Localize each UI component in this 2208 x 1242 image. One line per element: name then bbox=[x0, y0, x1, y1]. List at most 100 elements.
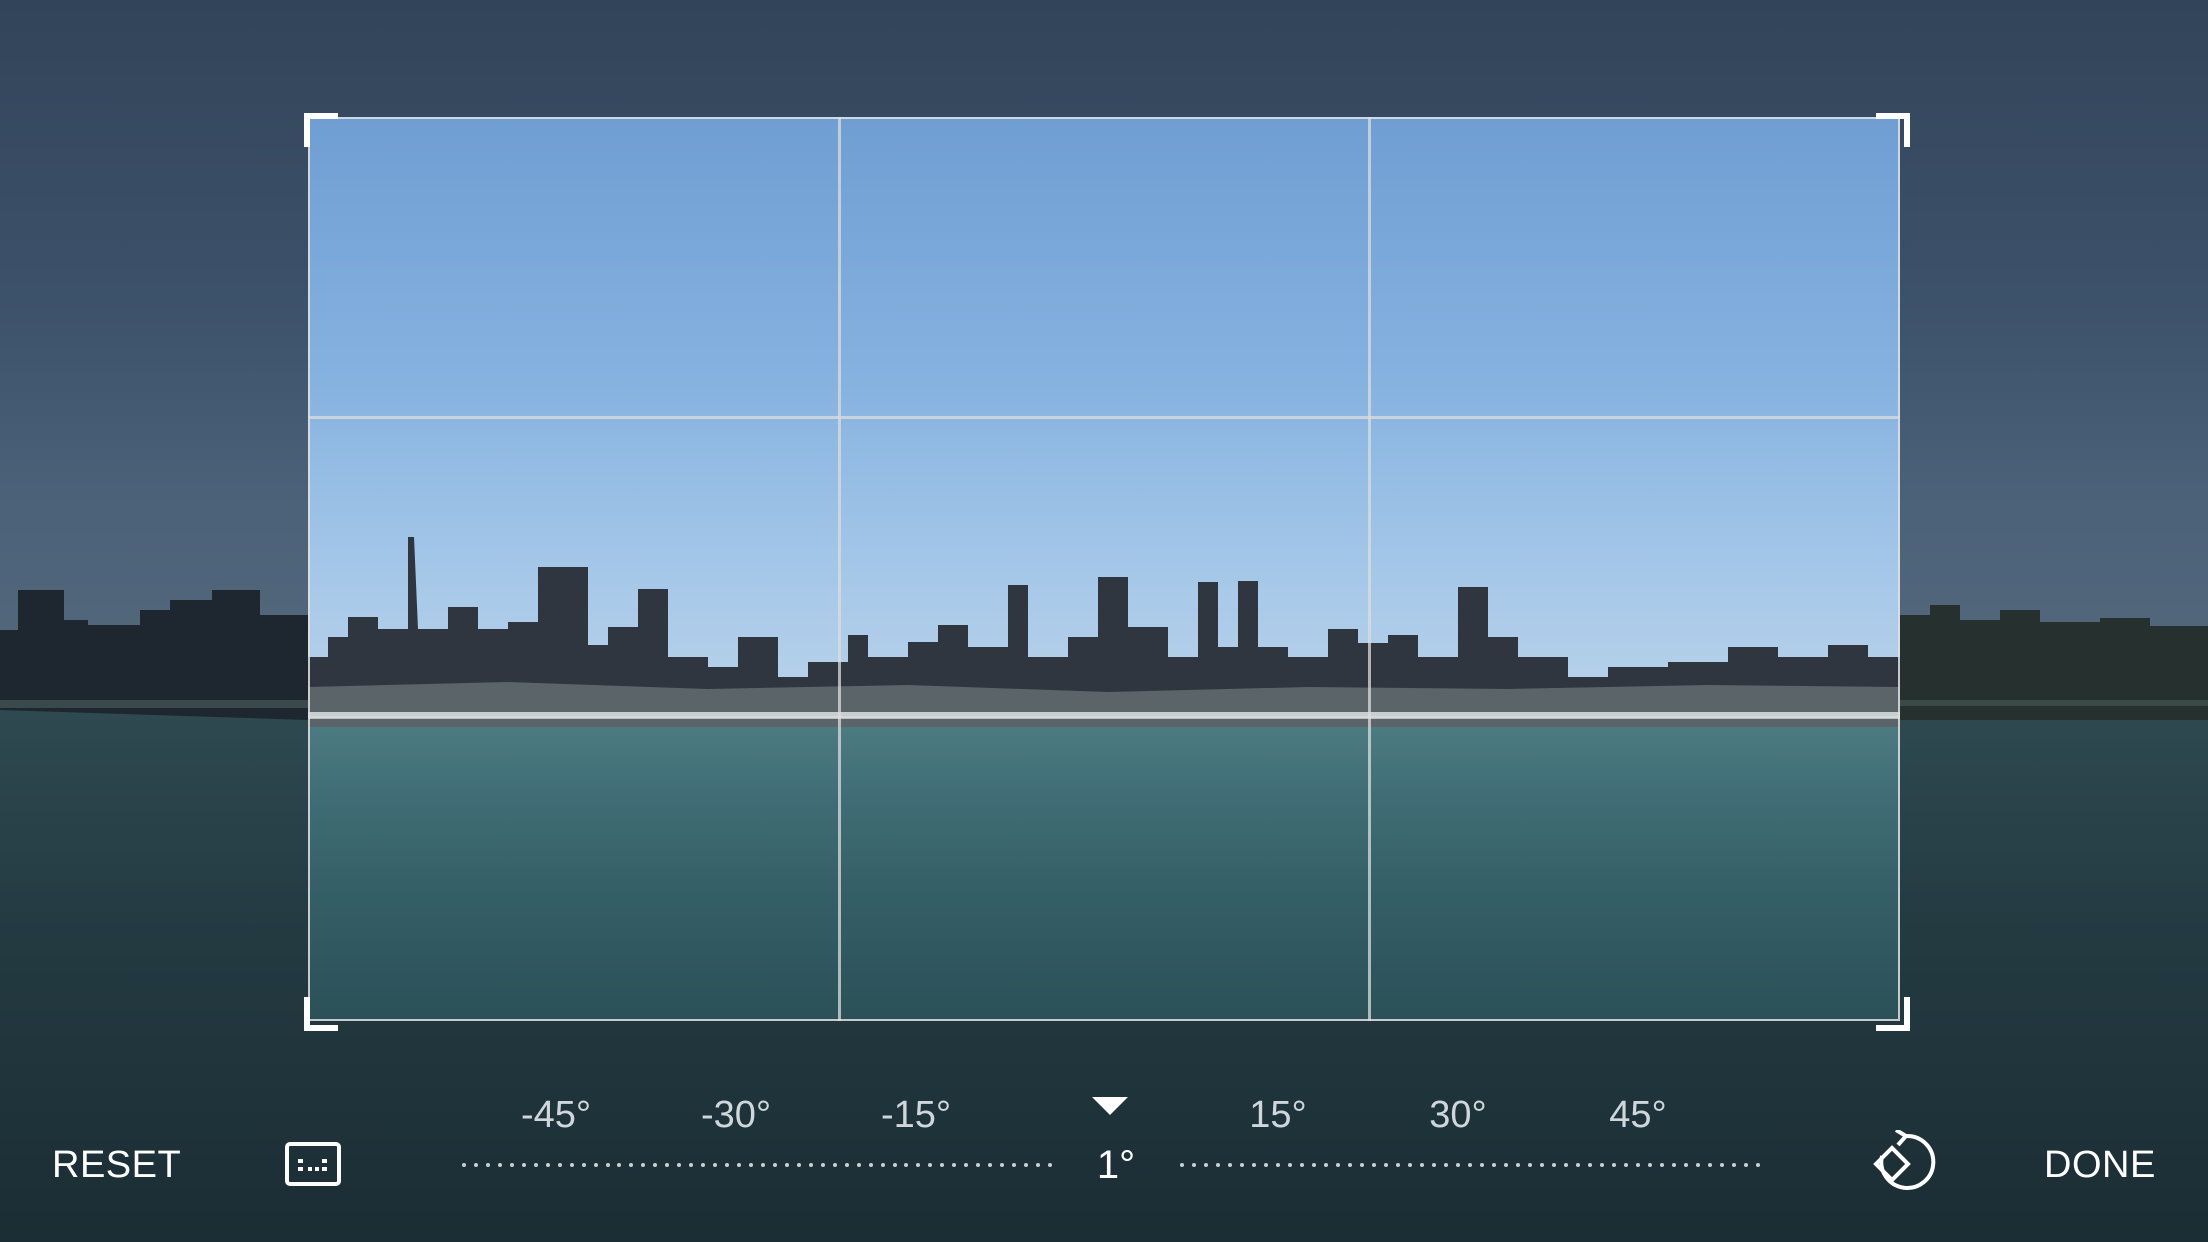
dial-dot bbox=[1552, 1163, 1556, 1167]
dial-dot bbox=[1300, 1163, 1304, 1167]
tick-label: -30° bbox=[700, 1094, 772, 1136]
dial-dot bbox=[1192, 1163, 1196, 1167]
dial-dot bbox=[760, 1163, 765, 1167]
dial-dot bbox=[1228, 1163, 1232, 1167]
dial-dot bbox=[521, 1163, 526, 1167]
dial-dot bbox=[749, 1163, 754, 1167]
dial-dot bbox=[1660, 1163, 1664, 1167]
dial-dot bbox=[952, 1163, 957, 1167]
dial-dot bbox=[856, 1163, 861, 1167]
straighten-dial-left[interactable] bbox=[462, 1163, 1052, 1169]
crop-handle-bottom-left[interactable] bbox=[304, 997, 338, 1031]
rotate-icon bbox=[1873, 1128, 1936, 1190]
dial-dot bbox=[844, 1163, 849, 1167]
dial-dot bbox=[1564, 1163, 1568, 1167]
angle-pointer-icon bbox=[1092, 1097, 1128, 1115]
dial-dot bbox=[605, 1163, 610, 1167]
dial-dot bbox=[784, 1163, 789, 1167]
dial-dot bbox=[1252, 1163, 1256, 1167]
dial-dot bbox=[1648, 1163, 1652, 1167]
aspect-ratio-icon bbox=[285, 1142, 341, 1186]
dial-dot bbox=[1384, 1163, 1388, 1167]
dial-dot bbox=[1540, 1163, 1544, 1167]
dial-dot bbox=[1372, 1163, 1376, 1167]
dial-dot bbox=[904, 1163, 909, 1167]
dial-dot bbox=[1432, 1163, 1436, 1167]
dial-dot bbox=[725, 1163, 730, 1167]
dial-dot bbox=[976, 1163, 981, 1167]
dial-dot bbox=[1756, 1163, 1760, 1167]
dial-dot bbox=[1288, 1163, 1292, 1167]
straighten-dial-right[interactable] bbox=[1180, 1163, 1760, 1169]
dial-dot bbox=[964, 1163, 969, 1167]
aspect-ratio-button[interactable] bbox=[284, 1141, 342, 1187]
dial-dot bbox=[1264, 1163, 1268, 1167]
dial-dot bbox=[1696, 1163, 1700, 1167]
dial-dot bbox=[1612, 1163, 1616, 1167]
dial-dot bbox=[581, 1163, 586, 1167]
dial-dot bbox=[880, 1163, 885, 1167]
tick-label: -15° bbox=[880, 1094, 952, 1136]
reset-button[interactable]: RESET bbox=[52, 1144, 181, 1187]
dial-dot bbox=[1180, 1163, 1184, 1167]
dial-dot bbox=[1528, 1163, 1532, 1167]
dial-dot bbox=[1408, 1163, 1412, 1167]
crop-frame bbox=[308, 117, 1900, 1021]
dial-dot bbox=[928, 1163, 933, 1167]
dial-dot bbox=[1036, 1163, 1041, 1167]
dial-dot bbox=[1324, 1163, 1328, 1167]
dial-dot bbox=[1576, 1163, 1580, 1167]
dial-dot bbox=[1600, 1163, 1604, 1167]
dial-dot bbox=[569, 1163, 574, 1167]
dial-dot bbox=[462, 1163, 466, 1167]
dial-dot bbox=[557, 1163, 562, 1167]
dial-dot bbox=[1504, 1163, 1508, 1167]
current-angle: 1° bbox=[1096, 1143, 1136, 1187]
dial-dot bbox=[1480, 1163, 1484, 1167]
dial-dot bbox=[737, 1163, 742, 1167]
dial-dot bbox=[665, 1163, 670, 1167]
dial-dot bbox=[916, 1163, 921, 1167]
dial-dot bbox=[689, 1163, 694, 1167]
dial-dot bbox=[1516, 1163, 1520, 1167]
dial-dot bbox=[677, 1163, 682, 1167]
dial-dot bbox=[641, 1163, 646, 1167]
dial-dot bbox=[1216, 1163, 1220, 1167]
dial-dot bbox=[1708, 1163, 1712, 1167]
dial-dot bbox=[1348, 1163, 1352, 1167]
dial-dot bbox=[1420, 1163, 1424, 1167]
dial-dot bbox=[497, 1163, 502, 1167]
dial-dot bbox=[1336, 1163, 1340, 1167]
dial-dot bbox=[940, 1163, 945, 1167]
tick-label: 45° bbox=[1609, 1094, 1667, 1136]
dial-dot bbox=[533, 1163, 538, 1167]
dial-dot bbox=[701, 1163, 706, 1167]
dial-dot bbox=[1000, 1163, 1005, 1167]
tick-label: -45° bbox=[520, 1094, 592, 1136]
dial-dot bbox=[485, 1163, 490, 1167]
dial-dot bbox=[772, 1163, 777, 1167]
dial-dot bbox=[1444, 1163, 1448, 1167]
dial-dot bbox=[1240, 1163, 1244, 1167]
dial-dot bbox=[473, 1163, 478, 1167]
dial-dot bbox=[629, 1163, 634, 1167]
dial-dot bbox=[988, 1163, 993, 1167]
dial-dot bbox=[1456, 1163, 1460, 1167]
dial-dot bbox=[1636, 1163, 1640, 1167]
crop-handle-top-left[interactable] bbox=[304, 113, 338, 147]
dial-dot bbox=[832, 1163, 837, 1167]
crop-handle-top-right[interactable] bbox=[1876, 113, 1910, 147]
dial-dot bbox=[1312, 1163, 1316, 1167]
done-button[interactable]: DONE bbox=[2044, 1144, 2156, 1187]
dial-dot bbox=[1048, 1163, 1052, 1167]
dial-dot bbox=[820, 1163, 825, 1167]
dial-dot bbox=[1360, 1163, 1364, 1167]
dial-dot bbox=[1468, 1163, 1472, 1167]
dial-dot bbox=[593, 1163, 598, 1167]
dial-dot bbox=[1732, 1163, 1736, 1167]
rotate-button[interactable] bbox=[1872, 1128, 1940, 1198]
tick-label: 15° bbox=[1249, 1094, 1307, 1136]
dial-dot bbox=[1396, 1163, 1400, 1167]
dial-dot bbox=[796, 1163, 801, 1167]
crop-handle-bottom-right[interactable] bbox=[1876, 997, 1910, 1031]
